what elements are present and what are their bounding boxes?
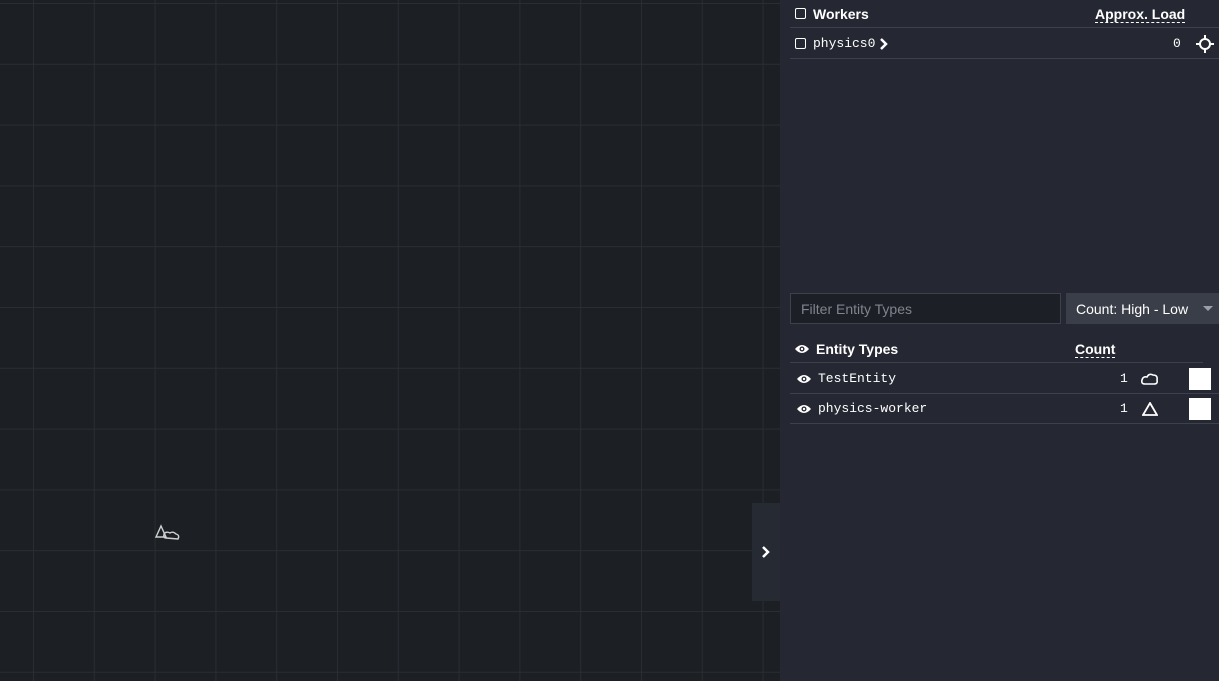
entity-type-count: 1: [1120, 401, 1128, 416]
triangle-icon: [154, 524, 168, 538]
eye-icon[interactable]: [796, 373, 812, 385]
worker-checkbox[interactable]: [795, 38, 806, 49]
world-viewport[interactable]: [0, 0, 780, 681]
approx-load-header[interactable]: Approx. Load: [1095, 6, 1186, 23]
entity-cluster-marker[interactable]: [154, 520, 182, 542]
entity-types-header: Entity Types Count: [790, 335, 1203, 363]
entity-color-swatch[interactable]: [1189, 398, 1211, 420]
chevron-right-icon[interactable]: [879, 37, 889, 51]
worker-row[interactable]: physics0 0: [790, 29, 1219, 59]
workers-title: Workers: [813, 5, 869, 22]
entity-type-count: 1: [1120, 371, 1128, 386]
worker-name[interactable]: physics0: [813, 36, 875, 51]
caret-down-icon: [1203, 306, 1213, 311]
entity-type-row[interactable]: physics-worker 1: [790, 394, 1219, 424]
worker-load: 0: [1173, 36, 1181, 51]
cloud-icon[interactable]: [1141, 372, 1159, 386]
entity-type-name: TestEntity: [818, 371, 897, 386]
triangle-icon[interactable]: [1142, 401, 1158, 416]
eye-icon[interactable]: [796, 403, 812, 415]
inspector-panel: Workers Approx. Load physics0 0 Count: H…: [780, 0, 1219, 681]
workers-select-all-checkbox[interactable]: [795, 8, 806, 19]
workers-header: Workers Approx. Load: [790, 0, 1219, 28]
locate-worker-icon[interactable]: [1196, 34, 1214, 53]
filter-entity-types-input[interactable]: [790, 293, 1061, 324]
entity-color-swatch[interactable]: [1189, 368, 1211, 390]
count-header[interactable]: Count: [1075, 341, 1116, 358]
sort-order-select[interactable]: Count: High - Low: [1066, 293, 1219, 324]
entity-types-title: Entity Types: [816, 340, 899, 357]
entity-type-row[interactable]: TestEntity 1: [790, 364, 1219, 394]
eye-icon[interactable]: [794, 343, 810, 355]
entity-type-name: physics-worker: [818, 401, 928, 416]
chevron-right-icon: [762, 546, 770, 558]
sort-order-value: Count: High - Low: [1076, 300, 1189, 317]
collapse-panel-button[interactable]: [752, 503, 780, 601]
